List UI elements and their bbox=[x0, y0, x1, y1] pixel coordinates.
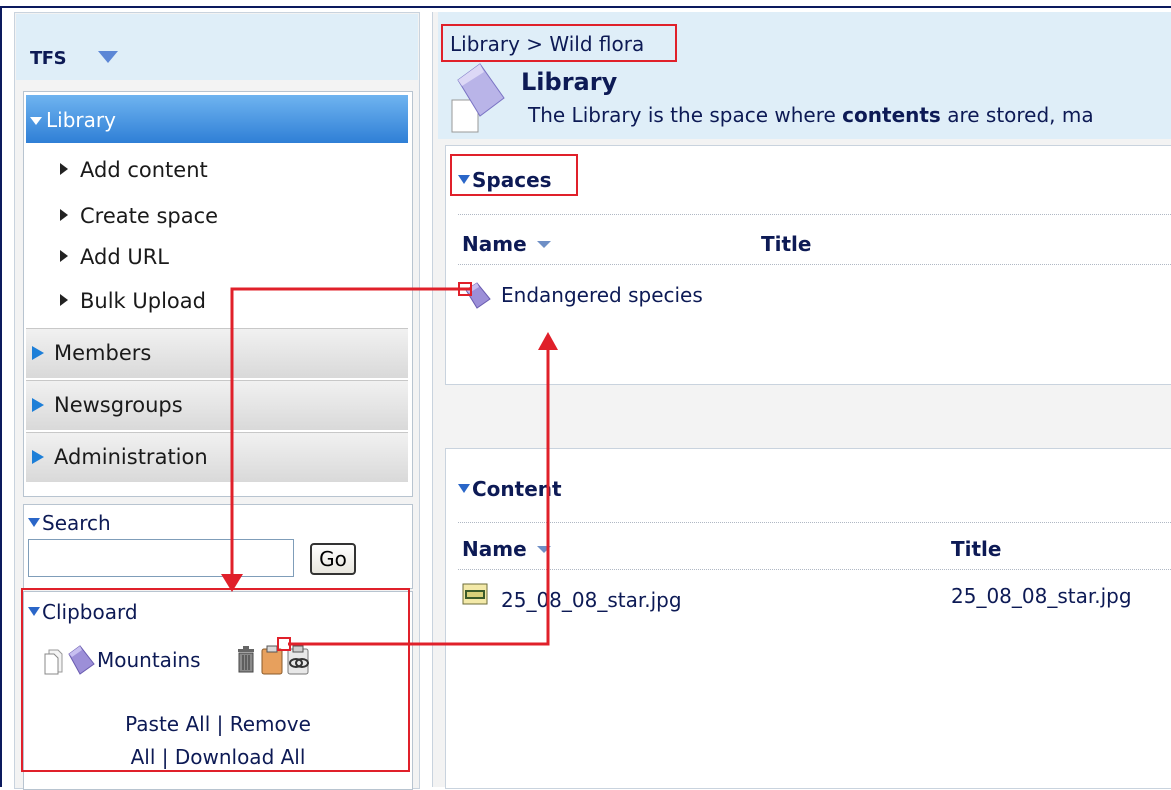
brand-dropdown-icon[interactable] bbox=[98, 51, 118, 63]
collapsed-triangle-icon bbox=[32, 346, 44, 360]
description-text: The Library is the space where bbox=[528, 103, 843, 127]
breadcrumb-highlight bbox=[441, 24, 677, 62]
content-name-link[interactable]: 25_08_08_star.jpg bbox=[501, 588, 682, 612]
content-title[interactable]: Content bbox=[458, 477, 562, 501]
section-newsgroups[interactable]: Newsgroups bbox=[26, 380, 408, 430]
action-label: Bulk Upload bbox=[80, 289, 206, 313]
description-text: are stored, ma bbox=[940, 103, 1094, 127]
brand-bar: TFS bbox=[16, 14, 418, 80]
sort-descending-icon bbox=[536, 241, 551, 248]
section-administration[interactable]: Administration bbox=[26, 432, 408, 482]
library-header[interactable]: Library bbox=[26, 95, 408, 143]
action-label: Create space bbox=[80, 204, 219, 228]
divider bbox=[458, 522, 1171, 523]
jpg-file-icon bbox=[462, 583, 488, 605]
divider bbox=[458, 214, 1171, 215]
search-title[interactable]: Search bbox=[28, 511, 111, 535]
action-add-url[interactable]: Add URL bbox=[60, 245, 169, 269]
column-label: Name bbox=[462, 232, 527, 256]
bullet-arrow-icon bbox=[60, 163, 68, 175]
navigator-panel: Library Add content Create space Add URL… bbox=[23, 91, 413, 497]
spaces-title-column[interactable]: Title bbox=[761, 232, 811, 256]
divider bbox=[458, 569, 1171, 570]
window-frame-left bbox=[0, 6, 2, 787]
content-title-cell: 25_08_08_star.jpg bbox=[951, 584, 1132, 608]
search-input[interactable] bbox=[28, 539, 294, 577]
description-bold: contents bbox=[842, 103, 941, 127]
search-title-label: Search bbox=[42, 511, 111, 535]
space-icon bbox=[465, 282, 491, 309]
expanded-triangle-icon bbox=[458, 484, 470, 493]
action-label: Add URL bbox=[80, 245, 169, 269]
library-icon bbox=[451, 63, 505, 133]
expanded-triangle-icon bbox=[30, 117, 42, 125]
action-add-content[interactable]: Add content bbox=[60, 158, 208, 182]
section-label: Members bbox=[54, 341, 152, 365]
section-members[interactable]: Members bbox=[26, 328, 408, 378]
collapsed-triangle-icon bbox=[32, 398, 44, 412]
sort-descending-icon bbox=[536, 546, 551, 553]
action-bulk-upload[interactable]: Bulk Upload bbox=[60, 289, 206, 313]
divider bbox=[458, 264, 1171, 265]
spaces-name-column[interactable]: Name bbox=[462, 232, 551, 256]
page-title: Library bbox=[521, 68, 618, 96]
brand-label[interactable]: TFS bbox=[30, 48, 67, 69]
expanded-triangle-icon bbox=[28, 518, 40, 527]
main-area: Library > Wild flora Library The Library… bbox=[432, 12, 1171, 789]
collapsed-triangle-icon bbox=[32, 450, 44, 464]
space-name-link[interactable]: Endangered species bbox=[501, 283, 703, 307]
bullet-arrow-icon bbox=[60, 209, 68, 221]
search-panel: Search Go bbox=[23, 504, 413, 589]
spaces-highlight bbox=[450, 154, 578, 196]
action-create-space[interactable]: Create space bbox=[60, 204, 218, 228]
go-button[interactable]: Go bbox=[310, 543, 356, 575]
bullet-arrow-icon bbox=[60, 294, 68, 306]
library-header-label: Library bbox=[46, 108, 116, 132]
content-title-label: Content bbox=[472, 477, 562, 501]
content-title-column[interactable]: Title bbox=[951, 537, 1001, 561]
page-description: The Library is the space where contents … bbox=[528, 103, 1094, 127]
section-label: Newsgroups bbox=[54, 393, 183, 417]
column-label: Name bbox=[462, 537, 527, 561]
bullet-arrow-icon bbox=[60, 250, 68, 262]
window-frame-top bbox=[0, 6, 1171, 8]
content-panel: Content Name Title 25_08_08_star.jpg 25_… bbox=[445, 448, 1171, 789]
content-name-column[interactable]: Name bbox=[462, 537, 551, 561]
section-label: Administration bbox=[54, 445, 208, 469]
action-label: Add content bbox=[80, 158, 208, 182]
clipboard-highlight bbox=[21, 588, 410, 772]
